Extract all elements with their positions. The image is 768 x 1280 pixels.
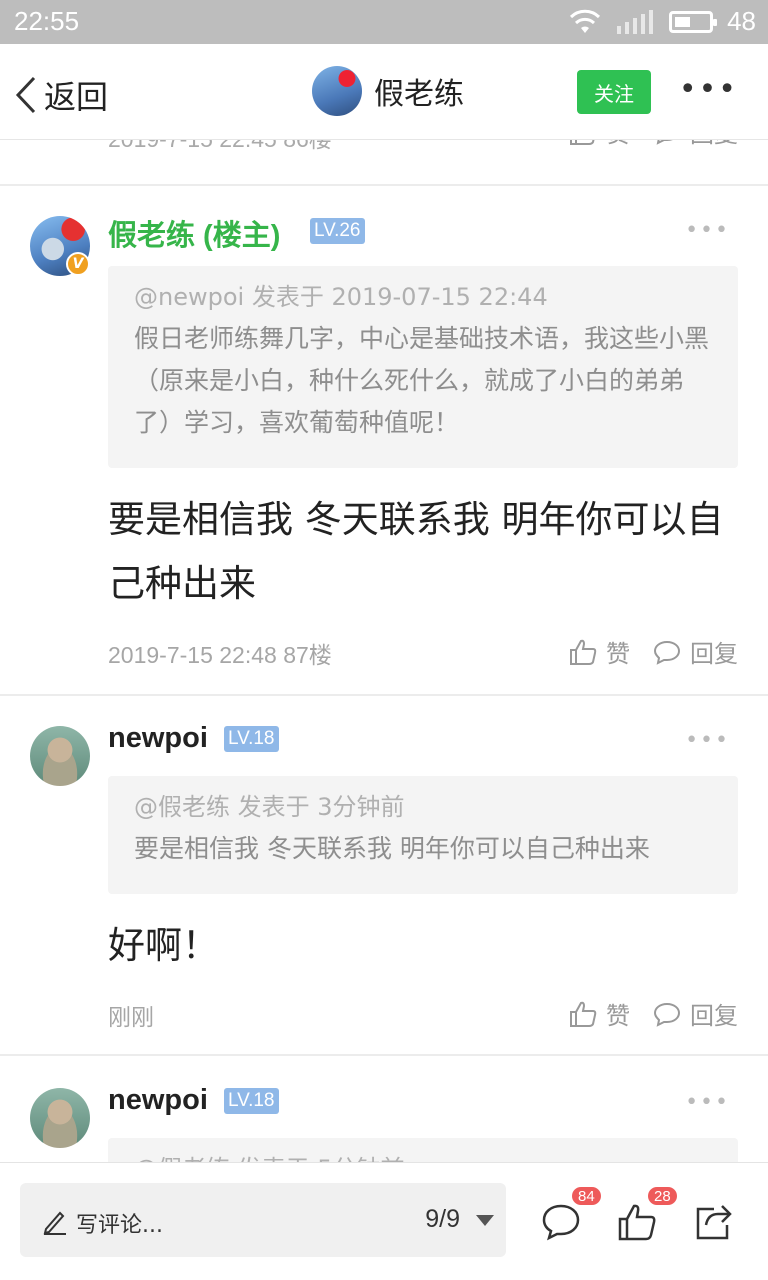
- like-count-badge: 28: [646, 1185, 679, 1207]
- verified-badge: V: [66, 252, 90, 276]
- quoted-comment[interactable]: @假老练 发表于 5分钟前: [108, 1138, 738, 1162]
- chevron-left-icon: [15, 76, 36, 114]
- reply-button[interactable]: 回复: [652, 634, 738, 669]
- bottom-bar: 写评论... 9/9 84 28: [0, 1162, 768, 1280]
- back-button[interactable]: 返回: [14, 72, 108, 118]
- more-icon[interactable]: •••: [685, 1090, 730, 1115]
- like-label: 赞: [606, 140, 630, 149]
- pencil-icon: [43, 1211, 66, 1235]
- post-meta: 2019-7-15 22:45 86楼: [108, 140, 332, 154]
- caret-down-icon[interactable]: [476, 1215, 494, 1226]
- post-actions: 赞 回复: [568, 140, 738, 149]
- like-label: 赞: [606, 640, 630, 668]
- status-time: 22:55: [14, 6, 80, 36]
- comment-count-badge: 84: [570, 1185, 603, 1207]
- comment-body: 好啊！: [108, 924, 219, 967]
- nav-bar: 返回 假老练 关注 •••: [0, 44, 768, 140]
- wifi-icon: [570, 9, 601, 33]
- level-badge: LV.26: [310, 218, 365, 244]
- quote-header: @newpoi 发表于 2019-07-15 22:44: [134, 283, 548, 311]
- author-name[interactable]: 假老练 (楼主): [108, 212, 280, 254]
- share-icon[interactable]: [692, 1201, 734, 1243]
- nav-author[interactable]: 假老练: [312, 66, 464, 116]
- signal-icon: [617, 9, 654, 34]
- post-meta: 刚刚: [108, 1004, 154, 1030]
- comment-item: V 假老练 (楼主) LV.26 ••• @newpoi 发表于 2019-07…: [0, 186, 768, 694]
- comment-item: newpoi LV.18 ••• @假老练 发表于 3分钟前 要是相信我 冬天联…: [0, 696, 768, 1054]
- comment-icon: [656, 140, 672, 145]
- thumbs-up-icon: [570, 1001, 597, 1027]
- more-icon[interactable]: •••: [685, 218, 730, 243]
- level-badge: LV.18: [224, 1088, 279, 1114]
- battery-fill: [675, 16, 691, 27]
- comment-icon[interactable]: [540, 1201, 582, 1243]
- page-title: 假老练: [374, 77, 464, 112]
- comment-input[interactable]: 写评论... 9/9: [20, 1183, 506, 1257]
- reply-label: 回复: [690, 640, 738, 668]
- quote-header: @假老练 发表于 5分钟前: [134, 1152, 712, 1162]
- like-label: 赞: [606, 1002, 630, 1030]
- comment-icon: [653, 1002, 681, 1027]
- quote-body: 假日老师练舞几字，中心是基础技术语，我这些小黑（原来是小白，种什么死什么，就成了…: [134, 324, 710, 437]
- comment-list[interactable]: 2019-7-15 22:45 86楼 赞 回复 V 假老练 (楼主) LV.2…: [0, 140, 768, 1162]
- status-bar: 22:55 48: [0, 0, 768, 44]
- back-label: 返回: [44, 78, 109, 116]
- thumbs-up-icon[interactable]: [616, 1201, 658, 1243]
- avatar[interactable]: [30, 726, 90, 786]
- reply-label: 回复: [690, 1002, 738, 1030]
- quoted-comment[interactable]: @newpoi 发表于 2019-07-15 22:44 假日老师练舞几字，中心…: [108, 266, 738, 468]
- post-actions: 赞 回复: [568, 634, 738, 669]
- battery-icon: [669, 10, 718, 33]
- like-button[interactable]: 赞: [568, 140, 630, 149]
- reply-button[interactable]: 回复: [652, 996, 738, 1031]
- quote-body: 要是相信我 冬天联系我 明年你可以自己种出来: [134, 834, 650, 863]
- thumbs-up-icon: [570, 140, 595, 145]
- avatar[interactable]: [30, 1088, 90, 1148]
- avatar[interactable]: [312, 66, 362, 116]
- post-meta: 2019-7-15 22:48 87楼: [108, 642, 332, 668]
- comment-placeholder: 写评论...: [76, 1213, 163, 1238]
- more-icon[interactable]: •••: [685, 728, 730, 753]
- reply-button[interactable]: 回复: [652, 140, 738, 149]
- post-actions: 赞 回复: [568, 996, 738, 1031]
- quote-header: @假老练 发表于 3分钟前: [134, 793, 405, 821]
- comment-body: 要是相信我 冬天联系我 明年你可以自己种出来: [108, 498, 724, 605]
- battery-percent: 48: [727, 6, 756, 36]
- status-right: 48: [569, 6, 756, 37]
- author-name[interactable]: newpoi: [108, 1084, 208, 1117]
- reply-label: 回复: [690, 140, 738, 149]
- comment-item: newpoi LV.18 ••• @假老练 发表于 5分钟前: [0, 1056, 768, 1162]
- page-indicator[interactable]: 9/9: [425, 1205, 460, 1234]
- prev-post-footer: 2019-7-15 22:45 86楼 赞 回复: [0, 140, 768, 184]
- author-name[interactable]: newpoi: [108, 722, 208, 755]
- like-button[interactable]: 赞: [568, 996, 630, 1031]
- thumbs-up-icon: [570, 639, 597, 665]
- follow-button[interactable]: 关注: [577, 70, 651, 114]
- quoted-comment[interactable]: @假老练 发表于 3分钟前 要是相信我 冬天联系我 明年你可以自己种出来: [108, 776, 738, 894]
- level-badge: LV.18: [224, 726, 279, 752]
- more-icon[interactable]: •••: [679, 75, 738, 105]
- like-button[interactable]: 赞: [568, 634, 630, 669]
- comment-icon: [653, 640, 681, 665]
